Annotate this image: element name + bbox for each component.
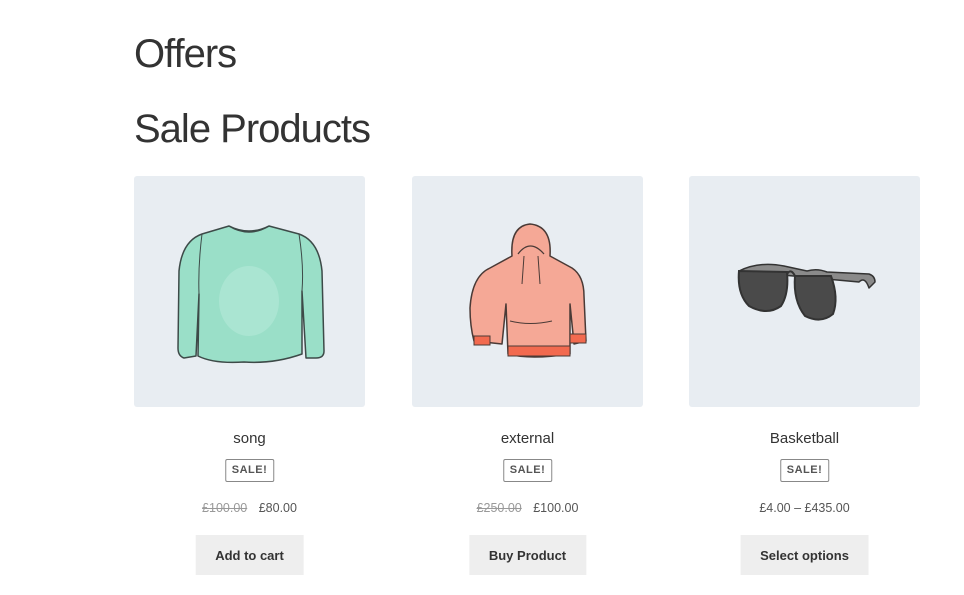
page-title: Offers [134,32,237,76]
product-price: £250.00 £100.00 [412,501,643,515]
product-price: £100.00 £80.00 [134,501,365,515]
product-card-basketball: Basketball SALE! £4.00 – £435.00 Select … [689,176,920,586]
sale-badge: SALE! [779,459,830,482]
sunglasses-icon [737,263,876,321]
sale-badge: SALE! [224,459,275,482]
long-sleeve-shirt-icon [177,225,325,364]
sale-price: £80.00 [258,501,297,515]
sale-price: £100.00 [533,501,579,515]
product-name[interactable]: Basketball [689,430,920,447]
product-image-basketball[interactable] [689,176,920,407]
product-card-song: song SALE! £100.00 £80.00 Add to cart [134,176,365,586]
add-to-cart-button[interactable]: Add to cart [195,535,304,575]
product-image-song[interactable] [134,176,365,407]
product-card-external: external SALE! £250.00 £100.00 Buy Produ… [412,176,643,586]
select-options-button[interactable]: Select options [740,535,869,575]
hoodie-icon [469,223,587,358]
sale-badge: SALE! [502,459,553,482]
regular-price: £100.00 [202,501,248,515]
product-name[interactable]: external [412,430,643,447]
product-grid: song SALE! £100.00 £80.00 Add to cart ex… [134,176,920,586]
product-price-range: £4.00 – £435.00 [759,501,850,515]
buy-product-button[interactable]: Buy Product [468,535,587,575]
product-name[interactable]: song [134,430,365,447]
section-title: Sale Products [134,107,371,151]
product-image-external[interactable] [412,176,643,407]
regular-price: £250.00 [476,501,522,515]
